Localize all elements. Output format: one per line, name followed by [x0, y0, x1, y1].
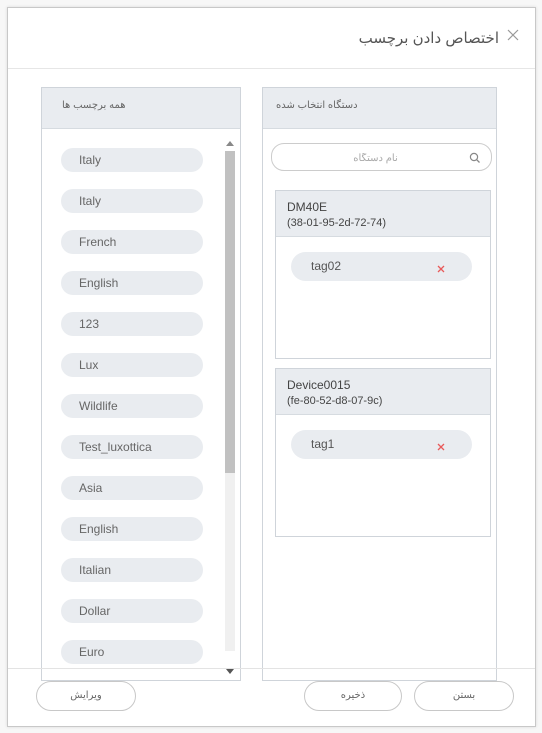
edit-button[interactable]: ویرایش	[36, 681, 136, 711]
all-tags-header: همه برچسب ها	[42, 88, 240, 129]
footer-divider	[8, 668, 535, 669]
device-mac: (fe-80-52-d8-07-9c)	[287, 395, 383, 407]
device-mac: (38-01-95-2d-72-74)	[287, 217, 387, 229]
device-search-input[interactable]	[286, 148, 465, 168]
tag-item[interactable]: Asia	[61, 476, 203, 500]
all-tags-panel: همه برچسب ها Italy Italy French English …	[41, 87, 241, 681]
device-card-header: Device0015 (fe-80-52-d8-07-9c)	[276, 369, 490, 415]
tag-item[interactable]: Wildlife	[61, 394, 203, 418]
device-card: Device0015 (fe-80-52-d8-07-9c) tag1	[275, 368, 491, 537]
assigned-tag-label: tag02	[311, 259, 342, 273]
tag-item[interactable]: Lux	[61, 353, 203, 377]
device-card: DM40E (38-01-95-2d-72-74) tag02	[275, 190, 491, 359]
tag-item[interactable]: English	[61, 271, 203, 295]
tag-item[interactable]: Test_luxottica	[61, 435, 203, 459]
scroll-thumb[interactable]	[225, 151, 235, 473]
remove-x-icon[interactable]	[436, 261, 446, 279]
tag-item[interactable]: English	[61, 517, 203, 541]
save-button[interactable]: ذخیره	[304, 681, 402, 711]
assigned-tag: tag1	[291, 430, 472, 459]
tag-item[interactable]: Italy	[61, 189, 203, 213]
device-search-box[interactable]	[271, 143, 492, 171]
scroll-up-arrow-icon[interactable]	[226, 141, 234, 146]
dialog-header: اختصاص دادن برچسب	[8, 8, 535, 69]
device-name: Device0015	[287, 378, 351, 392]
selected-devices-title: دستگاه انتخاب شده	[276, 100, 358, 111]
tag-item[interactable]: French	[61, 230, 203, 254]
search-icon[interactable]	[469, 151, 481, 169]
tag-item[interactable]: Euro	[61, 640, 203, 664]
assign-tag-dialog: اختصاص دادن برچسب همه برچسب ها Italy Ita…	[7, 7, 536, 727]
selected-devices-panel: دستگاه انتخاب شده DM40E (38-01-95-2d-72-…	[262, 87, 497, 681]
tag-item[interactable]: Italy	[61, 148, 203, 172]
tag-item[interactable]: Italian	[61, 558, 203, 582]
device-card-header: DM40E (38-01-95-2d-72-74)	[276, 191, 490, 237]
close-button[interactable]: بستن	[414, 681, 514, 711]
dialog-title: اختصاص دادن برچسب	[358, 30, 499, 47]
tag-item[interactable]: 123	[61, 312, 203, 336]
selected-devices-header: دستگاه انتخاب شده	[263, 88, 496, 129]
scroll-down-arrow-icon[interactable]	[226, 669, 234, 674]
assigned-tag: tag02	[291, 252, 472, 281]
device-name: DM40E	[287, 200, 328, 214]
tag-list-scrollbar[interactable]	[223, 138, 237, 680]
tag-item[interactable]: Dollar	[61, 599, 203, 623]
close-icon[interactable]	[504, 26, 522, 44]
all-tags-title: همه برچسب ها	[62, 100, 126, 111]
remove-x-icon[interactable]	[436, 439, 446, 457]
assigned-tag-label: tag1	[311, 437, 335, 451]
